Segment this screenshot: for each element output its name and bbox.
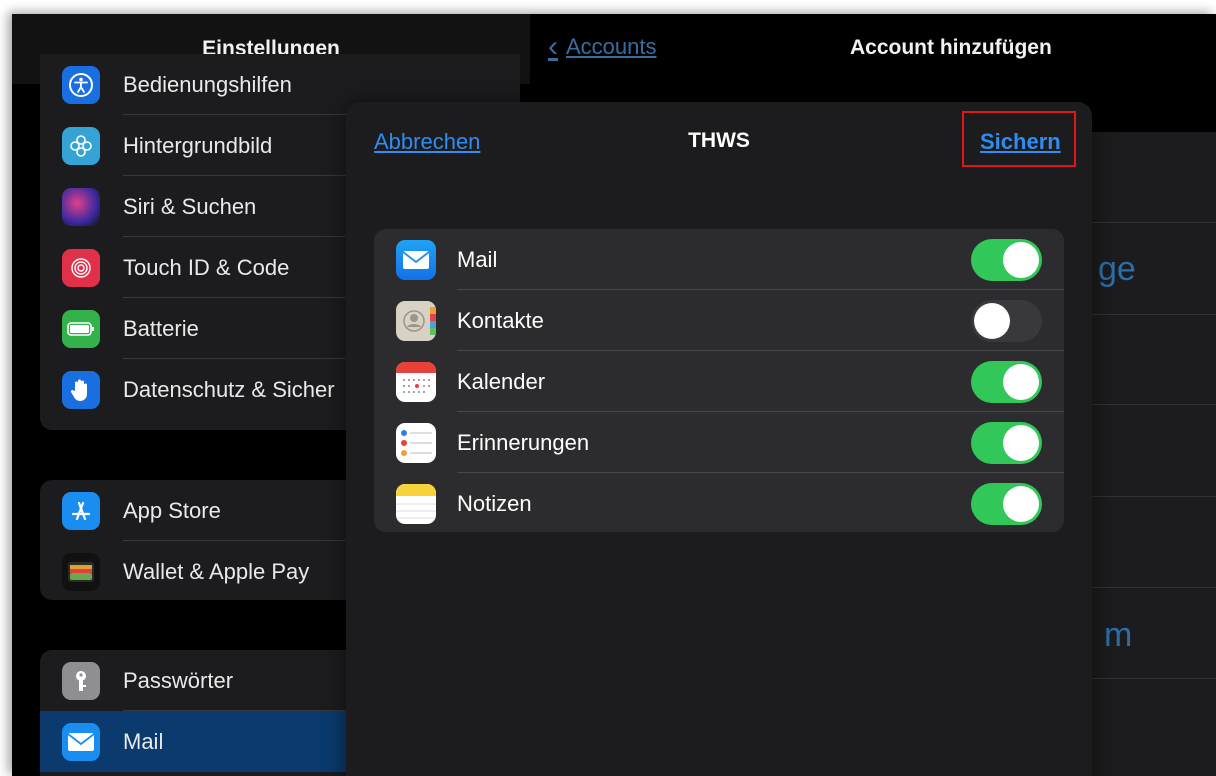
account-option-fragment[interactable]: m (1104, 616, 1132, 655)
contacts-toggle[interactable] (971, 300, 1042, 342)
reminders-toggle[interactable] (971, 422, 1042, 464)
app-store-icon (62, 492, 100, 530)
chevron-left-icon: ‹ (548, 30, 558, 63)
account-option-fragment[interactable]: ge (1098, 250, 1136, 289)
toggle-label: Mail (457, 247, 498, 272)
notes-toggle[interactable] (971, 483, 1042, 525)
toggle-label: Erinnerungen (457, 430, 590, 455)
toggle-row-erinnerungen: Erinnerungen (374, 412, 1064, 473)
calendar-app-icon (396, 362, 436, 402)
sidebar-item-label: Bedienungshilfen (123, 72, 292, 97)
accessibility-icon (62, 66, 100, 104)
sidebar-item-label: Datenschutz & Sicher (123, 377, 335, 402)
back-button[interactable]: ‹ Accounts (548, 30, 657, 63)
toggle-label: Kalender (457, 369, 546, 394)
save-button[interactable]: Sichern (980, 129, 1061, 155)
sync-toggle-list: Mail Kontakte Kalender Erinnerungen Noti… (374, 229, 1064, 532)
sidebar-item-label: Hintergrundbild (123, 133, 273, 158)
sidebar-item-label: Batterie (123, 316, 199, 341)
siri-icon (62, 188, 100, 226)
toggle-row-notizen: Notizen (374, 473, 1064, 532)
sidebar-item-label: App Store (123, 498, 221, 523)
back-label: Accounts (566, 34, 657, 59)
wallpaper-icon (62, 127, 100, 165)
sidebar-item-label: Mail (123, 729, 164, 754)
sidebar-item-label: Passwörter (123, 668, 234, 693)
page-title: Account hinzufügen (850, 36, 1052, 59)
reminders-app-icon (396, 423, 436, 463)
privacy-hand-icon (62, 371, 100, 409)
toggle-label: Notizen (457, 491, 532, 516)
account-sync-sheet: Abbrechen THWS Sichern Mail Kontakte Kal… (346, 102, 1092, 776)
ipad-screen: Einstellungen Bedienungshilfen Hintergru… (12, 14, 1216, 776)
toggle-row-kalender: Kalender (374, 351, 1064, 412)
notes-app-icon (396, 484, 436, 524)
sidebar-item-label: Touch ID & Code (123, 255, 290, 280)
mail-app-icon (396, 240, 436, 280)
key-icon (62, 662, 100, 700)
calendar-toggle[interactable] (971, 361, 1042, 403)
toggle-row-kontakte: Kontakte (374, 290, 1064, 351)
toggle-row-mail: Mail (374, 229, 1064, 290)
mail-icon (62, 723, 100, 761)
fingerprint-icon (62, 249, 100, 287)
mail-toggle[interactable] (971, 239, 1042, 281)
sidebar-item-label: Siri & Suchen (123, 194, 257, 219)
sidebar-item-label: Wallet & Apple Pay (123, 559, 310, 584)
battery-icon (62, 310, 100, 348)
toggle-label: Kontakte (457, 308, 544, 333)
contacts-app-icon (396, 301, 436, 341)
wallet-icon (62, 553, 100, 591)
